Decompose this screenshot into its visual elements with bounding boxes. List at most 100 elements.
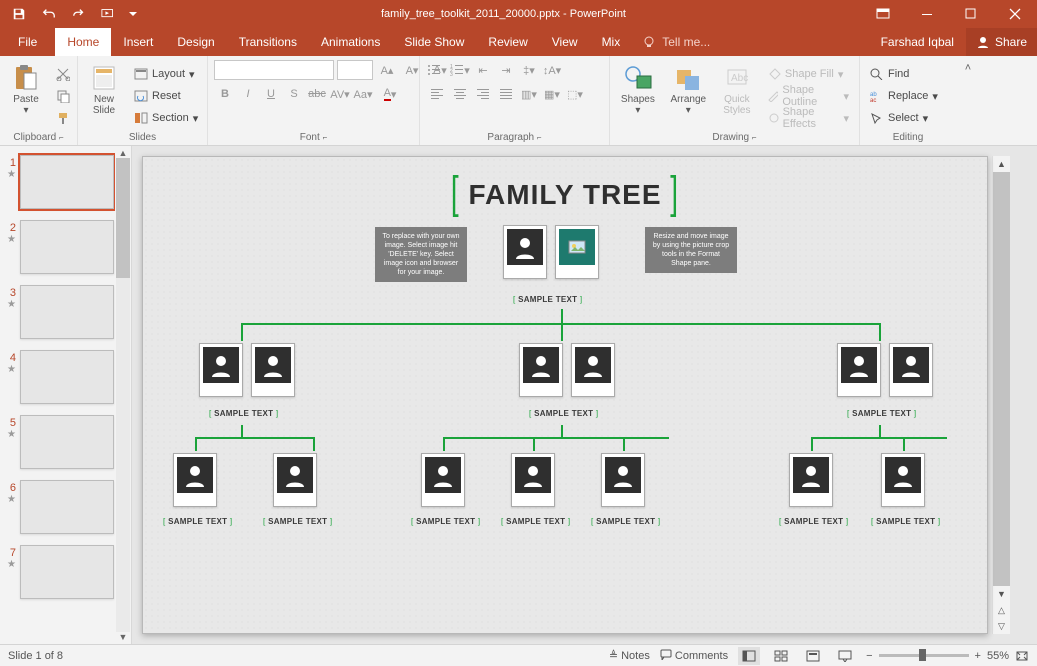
- close-icon[interactable]: [993, 0, 1037, 28]
- label-root[interactable]: SAMPLE TEXT: [518, 295, 577, 304]
- tab-mix[interactable]: Mix: [590, 28, 633, 56]
- bullets-button[interactable]: ▾: [426, 60, 448, 80]
- tree-node-root[interactable]: [503, 225, 599, 279]
- zoom-level[interactable]: 55%: [987, 650, 1009, 662]
- arrange-button[interactable]: Arrange ▾: [666, 60, 711, 118]
- zoom-in-button[interactable]: +: [975, 650, 981, 662]
- thumbnail-4[interactable]: 4★: [0, 347, 131, 412]
- font-color-button[interactable]: A▾: [375, 84, 405, 104]
- tab-insert[interactable]: Insert: [111, 28, 165, 56]
- align-left-button[interactable]: [426, 84, 448, 104]
- tab-file[interactable]: File: [0, 28, 55, 56]
- qat-dropdown-icon[interactable]: [126, 2, 140, 26]
- find-button[interactable]: Find: [866, 64, 942, 84]
- label-l3-5[interactable]: SAMPLE TEXT: [596, 517, 655, 526]
- notes-button[interactable]: ≜ Notes: [609, 649, 650, 662]
- tell-me-search[interactable]: Tell me...: [632, 28, 720, 56]
- slideshow-view-button[interactable]: [834, 647, 856, 665]
- quick-styles-button[interactable]: Abc Quick Styles: [717, 60, 757, 118]
- comments-button[interactable]: Comments: [660, 649, 728, 662]
- tree-node-l3-6[interactable]: [789, 453, 833, 507]
- instruction-note-right[interactable]: Resize and move image by using the pictu…: [645, 227, 737, 273]
- tab-transitions[interactable]: Transitions: [227, 28, 309, 56]
- paste-button[interactable]: Paste ▾: [6, 60, 46, 118]
- convert-smartart-button[interactable]: ⬚▾: [564, 84, 586, 104]
- font-family-select[interactable]: [214, 60, 334, 80]
- justify-button[interactable]: [495, 84, 517, 104]
- tree-node-l2b[interactable]: [519, 343, 615, 397]
- shapes-button[interactable]: Shapes ▾: [616, 60, 660, 118]
- tab-home[interactable]: Home: [55, 28, 111, 56]
- tree-node-l3-3[interactable]: [421, 453, 465, 507]
- tree-node-l3-7[interactable]: [881, 453, 925, 507]
- thumbnail-3[interactable]: 3★: [0, 282, 131, 347]
- redo-icon[interactable]: [66, 2, 92, 26]
- label-l3-2[interactable]: SAMPLE TEXT: [268, 517, 327, 526]
- tab-view[interactable]: View: [540, 28, 590, 56]
- select-button[interactable]: Select ▾: [866, 108, 942, 128]
- label-l2b[interactable]: SAMPLE TEXT: [534, 409, 593, 418]
- character-spacing-button[interactable]: AV▾: [329, 84, 351, 104]
- align-center-button[interactable]: [449, 84, 471, 104]
- instruction-note-left[interactable]: To replace with your own image. Select i…: [375, 227, 467, 282]
- thumbnail-6[interactable]: 6★: [0, 477, 131, 542]
- tab-slideshow[interactable]: Slide Show: [392, 28, 476, 56]
- tree-node-l2a[interactable]: [199, 343, 295, 397]
- normal-view-button[interactable]: [738, 647, 760, 665]
- tree-node-l2c[interactable]: [837, 343, 933, 397]
- tab-design[interactable]: Design: [165, 28, 226, 56]
- tree-node-l3-5[interactable]: [601, 453, 645, 507]
- ribbon-display-options-icon[interactable]: [861, 0, 905, 28]
- numbering-button[interactable]: 123▾: [449, 60, 471, 80]
- save-icon[interactable]: [6, 2, 32, 26]
- label-l3-1[interactable]: SAMPLE TEXT: [168, 517, 227, 526]
- slide-title[interactable]: [ FAMILY TREE ]: [451, 179, 679, 211]
- label-l2c[interactable]: SAMPLE TEXT: [852, 409, 911, 418]
- prev-slide-icon[interactable]: △: [993, 602, 1010, 618]
- account-user[interactable]: Farshad Iqbal: [869, 28, 966, 56]
- format-painter-button[interactable]: [52, 108, 74, 128]
- collapse-ribbon-icon[interactable]: ˄: [956, 56, 980, 145]
- cut-button[interactable]: [52, 64, 74, 84]
- thumbnail-7[interactable]: 7★: [0, 542, 131, 607]
- minimize-icon[interactable]: [905, 0, 949, 28]
- strikethrough-button[interactable]: abc: [306, 84, 328, 104]
- shape-effects-button[interactable]: Shape Effects ▾: [763, 108, 853, 128]
- share-button[interactable]: Share: [966, 28, 1037, 56]
- label-l3-4[interactable]: SAMPLE TEXT: [506, 517, 565, 526]
- scroll-down-icon[interactable]: ▼: [119, 632, 128, 642]
- thumbnail-5[interactable]: 5★: [0, 412, 131, 477]
- fit-to-window-button[interactable]: [1015, 650, 1029, 662]
- italic-button[interactable]: I: [237, 84, 259, 104]
- columns-button[interactable]: ▥▾: [518, 84, 540, 104]
- reading-view-button[interactable]: [802, 647, 824, 665]
- next-slide-icon[interactable]: ▽: [993, 618, 1010, 634]
- increase-indent-button[interactable]: ⇥: [495, 60, 517, 80]
- replace-button[interactable]: abacReplace ▾: [866, 86, 942, 106]
- bold-button[interactable]: B: [214, 84, 236, 104]
- align-right-button[interactable]: [472, 84, 494, 104]
- layout-button[interactable]: Layout ▾: [130, 64, 202, 84]
- label-l2a[interactable]: SAMPLE TEXT: [214, 409, 273, 418]
- new-slide-button[interactable]: New Slide: [84, 60, 124, 118]
- tree-node-l3-4[interactable]: [511, 453, 555, 507]
- undo-icon[interactable]: [36, 2, 62, 26]
- slide-canvas[interactable]: [ FAMILY TREE ] To replace with your own…: [142, 156, 988, 634]
- shape-fill-button[interactable]: Shape Fill ▾: [763, 64, 853, 84]
- align-text-button[interactable]: ▦▾: [541, 84, 563, 104]
- tree-node-l3-1[interactable]: [173, 453, 217, 507]
- copy-button[interactable]: [52, 86, 74, 106]
- reset-button[interactable]: Reset: [130, 86, 202, 106]
- line-spacing-button[interactable]: ‡▾: [518, 60, 540, 80]
- scroll-up-icon[interactable]: ▲: [119, 148, 128, 158]
- decrease-indent-button[interactable]: ⇤: [472, 60, 494, 80]
- tab-review[interactable]: Review: [476, 28, 539, 56]
- label-l3-6[interactable]: SAMPLE TEXT: [784, 517, 843, 526]
- change-case-button[interactable]: Aa▾: [352, 84, 374, 104]
- font-size-select[interactable]: [337, 60, 373, 80]
- underline-button[interactable]: U: [260, 84, 282, 104]
- scroll-down-icon[interactable]: ▼: [993, 586, 1010, 602]
- label-l3-3[interactable]: SAMPLE TEXT: [416, 517, 475, 526]
- maximize-icon[interactable]: [949, 0, 993, 28]
- section-button[interactable]: Section ▾: [130, 108, 202, 128]
